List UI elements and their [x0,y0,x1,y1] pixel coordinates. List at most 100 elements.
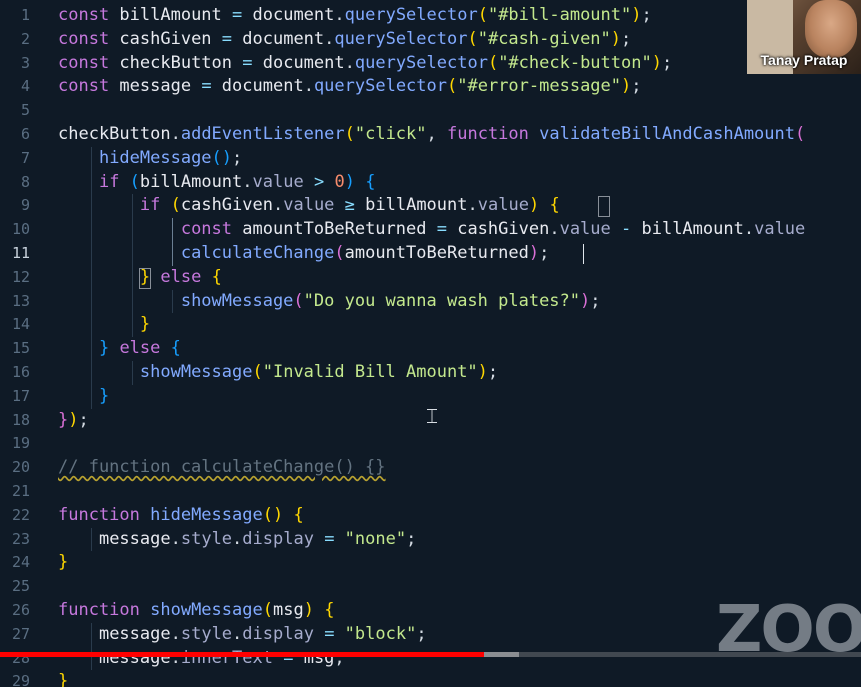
code-text[interactable]: hideMessage(); [58,147,242,171]
code-line[interactable]: 4 const message = document.querySelector(… [0,75,861,99]
code-text[interactable]: const checkButton = document.querySelect… [58,52,672,76]
line-number: 11 [11,244,30,262]
code-text[interactable]: message.style.display = "block"; [58,623,427,647]
code-line[interactable]: 8 if (billAmount.value > 0) { [0,171,861,195]
line-number: 29 [11,672,30,687]
video-progress-bar[interactable] [0,652,861,657]
code-line[interactable]: 19 [0,432,861,456]
code-token: display [242,623,325,644]
code-line[interactable]: 1 const billAmount = document.querySelect… [0,4,861,28]
code-token: "#cash-given" [477,28,611,49]
code-token: ; [78,409,89,430]
code-line[interactable]: 20 // function calculateChange() {} [0,456,861,480]
code-line[interactable]: 14 } [0,313,861,337]
code-line[interactable]: 11 calculateChange(amountToBeReturned); [0,242,861,266]
code-line[interactable]: 10 const amountToBeReturned = cashGiven.… [0,218,861,242]
code-line[interactable]: 22 function hideMessage() { [0,504,861,528]
code-line[interactable]: 23 message.style.display = "none"; [0,528,861,552]
code-token: ; [641,5,652,25]
code-line[interactable]: 29} [0,670,861,687]
code-token: value [477,195,529,216]
code-token: else [150,266,212,287]
code-token: = [232,5,253,25]
code-line[interactable]: 15 } else { [0,337,861,361]
code-token: } [98,385,110,406]
code-text[interactable]: const billAmount = document.querySelecto… [58,4,652,28]
line-number: 20 [11,458,30,477]
line-number: 28 [11,648,30,667]
line-number: 10 [11,220,30,239]
code-line[interactable]: 13 showMessage("Do you wanna wash plates… [0,290,861,314]
code-token: ( [477,5,488,25]
code-text[interactable]: checkButton.addEventListener("click", fu… [58,123,805,147]
code-token: { [211,266,222,287]
code-text[interactable]: const cashGiven = document.querySelector… [58,28,631,52]
line-number: 24 [11,553,30,572]
code-line[interactable]: 5 [0,99,861,123]
code-token: querySelector [344,5,478,25]
code-line[interactable]: 12 } else { [0,266,861,290]
code-line[interactable]: 16 showMessage("Invalid Bill Amount"); [0,361,861,385]
code-token: message [98,647,171,668]
indent-guide [172,218,174,266]
code-line[interactable]: 9 if (cashGiven.value ≥ billAmount.value… [0,194,861,218]
code-text[interactable]: function showMessage(msg) { [58,599,334,623]
code-line[interactable]: 7 hideMessage(); [0,147,861,171]
code-token: ( [447,76,458,97]
line-number: 16 [11,363,30,381]
line-number: 14 [11,315,30,334]
code-token: message [119,76,202,97]
code-text[interactable]: if (cashGiven.value ≥ billAmount.value) … [58,194,560,218]
indent-guide [90,146,92,409]
code-token: ; [631,76,642,97]
code-text[interactable]: } [58,670,68,687]
code-token: = [242,52,263,73]
code-token: ( [293,290,304,311]
code-token: ) [68,409,79,430]
code-text[interactable]: if (billAmount.value > 0) { [58,171,375,195]
code-text[interactable]: // function calculateChange() {} [58,456,386,480]
line-number: 7 [20,148,30,167]
line-number: 22 [11,505,30,524]
code-text[interactable]: const message = document.querySelector("… [58,75,642,99]
code-line[interactable]: 21 [0,480,861,504]
line-number: 26 [11,601,30,619]
code-token: "#check-button" [498,52,652,73]
code-text[interactable]: showMessage("Invalid Bill Amount"); [58,361,498,385]
code-token: function [58,504,151,525]
code-token: } [139,314,151,335]
code-text[interactable]: } [58,313,150,337]
code-text[interactable]: } [58,551,68,575]
code-line[interactable]: 24} [0,551,861,575]
code-token: const [58,28,120,49]
code-token: cashGiven [180,195,273,216]
code-line[interactable]: 2 const cashGiven = document.querySelecto… [0,28,861,52]
code-token: ( [487,52,499,73]
code-text[interactable]: showMessage("Do you wanna wash plates?")… [58,290,601,314]
code-line[interactable]: 6 checkButton.addEventListener("click", f… [0,123,861,147]
code-token: ) [344,171,355,192]
code-editor[interactable]: 1 const billAmount = document.querySelect… [0,0,861,687]
code-token: function [447,124,540,144]
code-text[interactable]: } [58,385,109,409]
line-number: 15 [11,339,30,358]
code-token: ) [272,504,284,525]
code-line[interactable]: 3 const checkButton = document.querySelec… [0,52,861,76]
code-token: querySelector [354,52,488,73]
code-text[interactable]: function hideMessage() { [58,504,304,528]
code-text[interactable]: } else { [58,337,181,361]
code-text[interactable]: }); [58,409,89,433]
code-token: = [324,528,345,549]
code-text[interactable]: const amountToBeReturned = cashGiven.val… [58,218,805,242]
code-token: msg [303,647,335,668]
code-text[interactable]: message.innerText = msg; [58,647,345,671]
code-token: ; [232,147,243,168]
code-token: = [436,219,458,240]
code-token: { [549,195,560,216]
code-text[interactable]: message.style.display = "none"; [58,528,416,552]
code-token: "click" [354,124,427,144]
code-token: "#bill-amount" [487,5,632,25]
code-token: 0 [334,171,345,192]
